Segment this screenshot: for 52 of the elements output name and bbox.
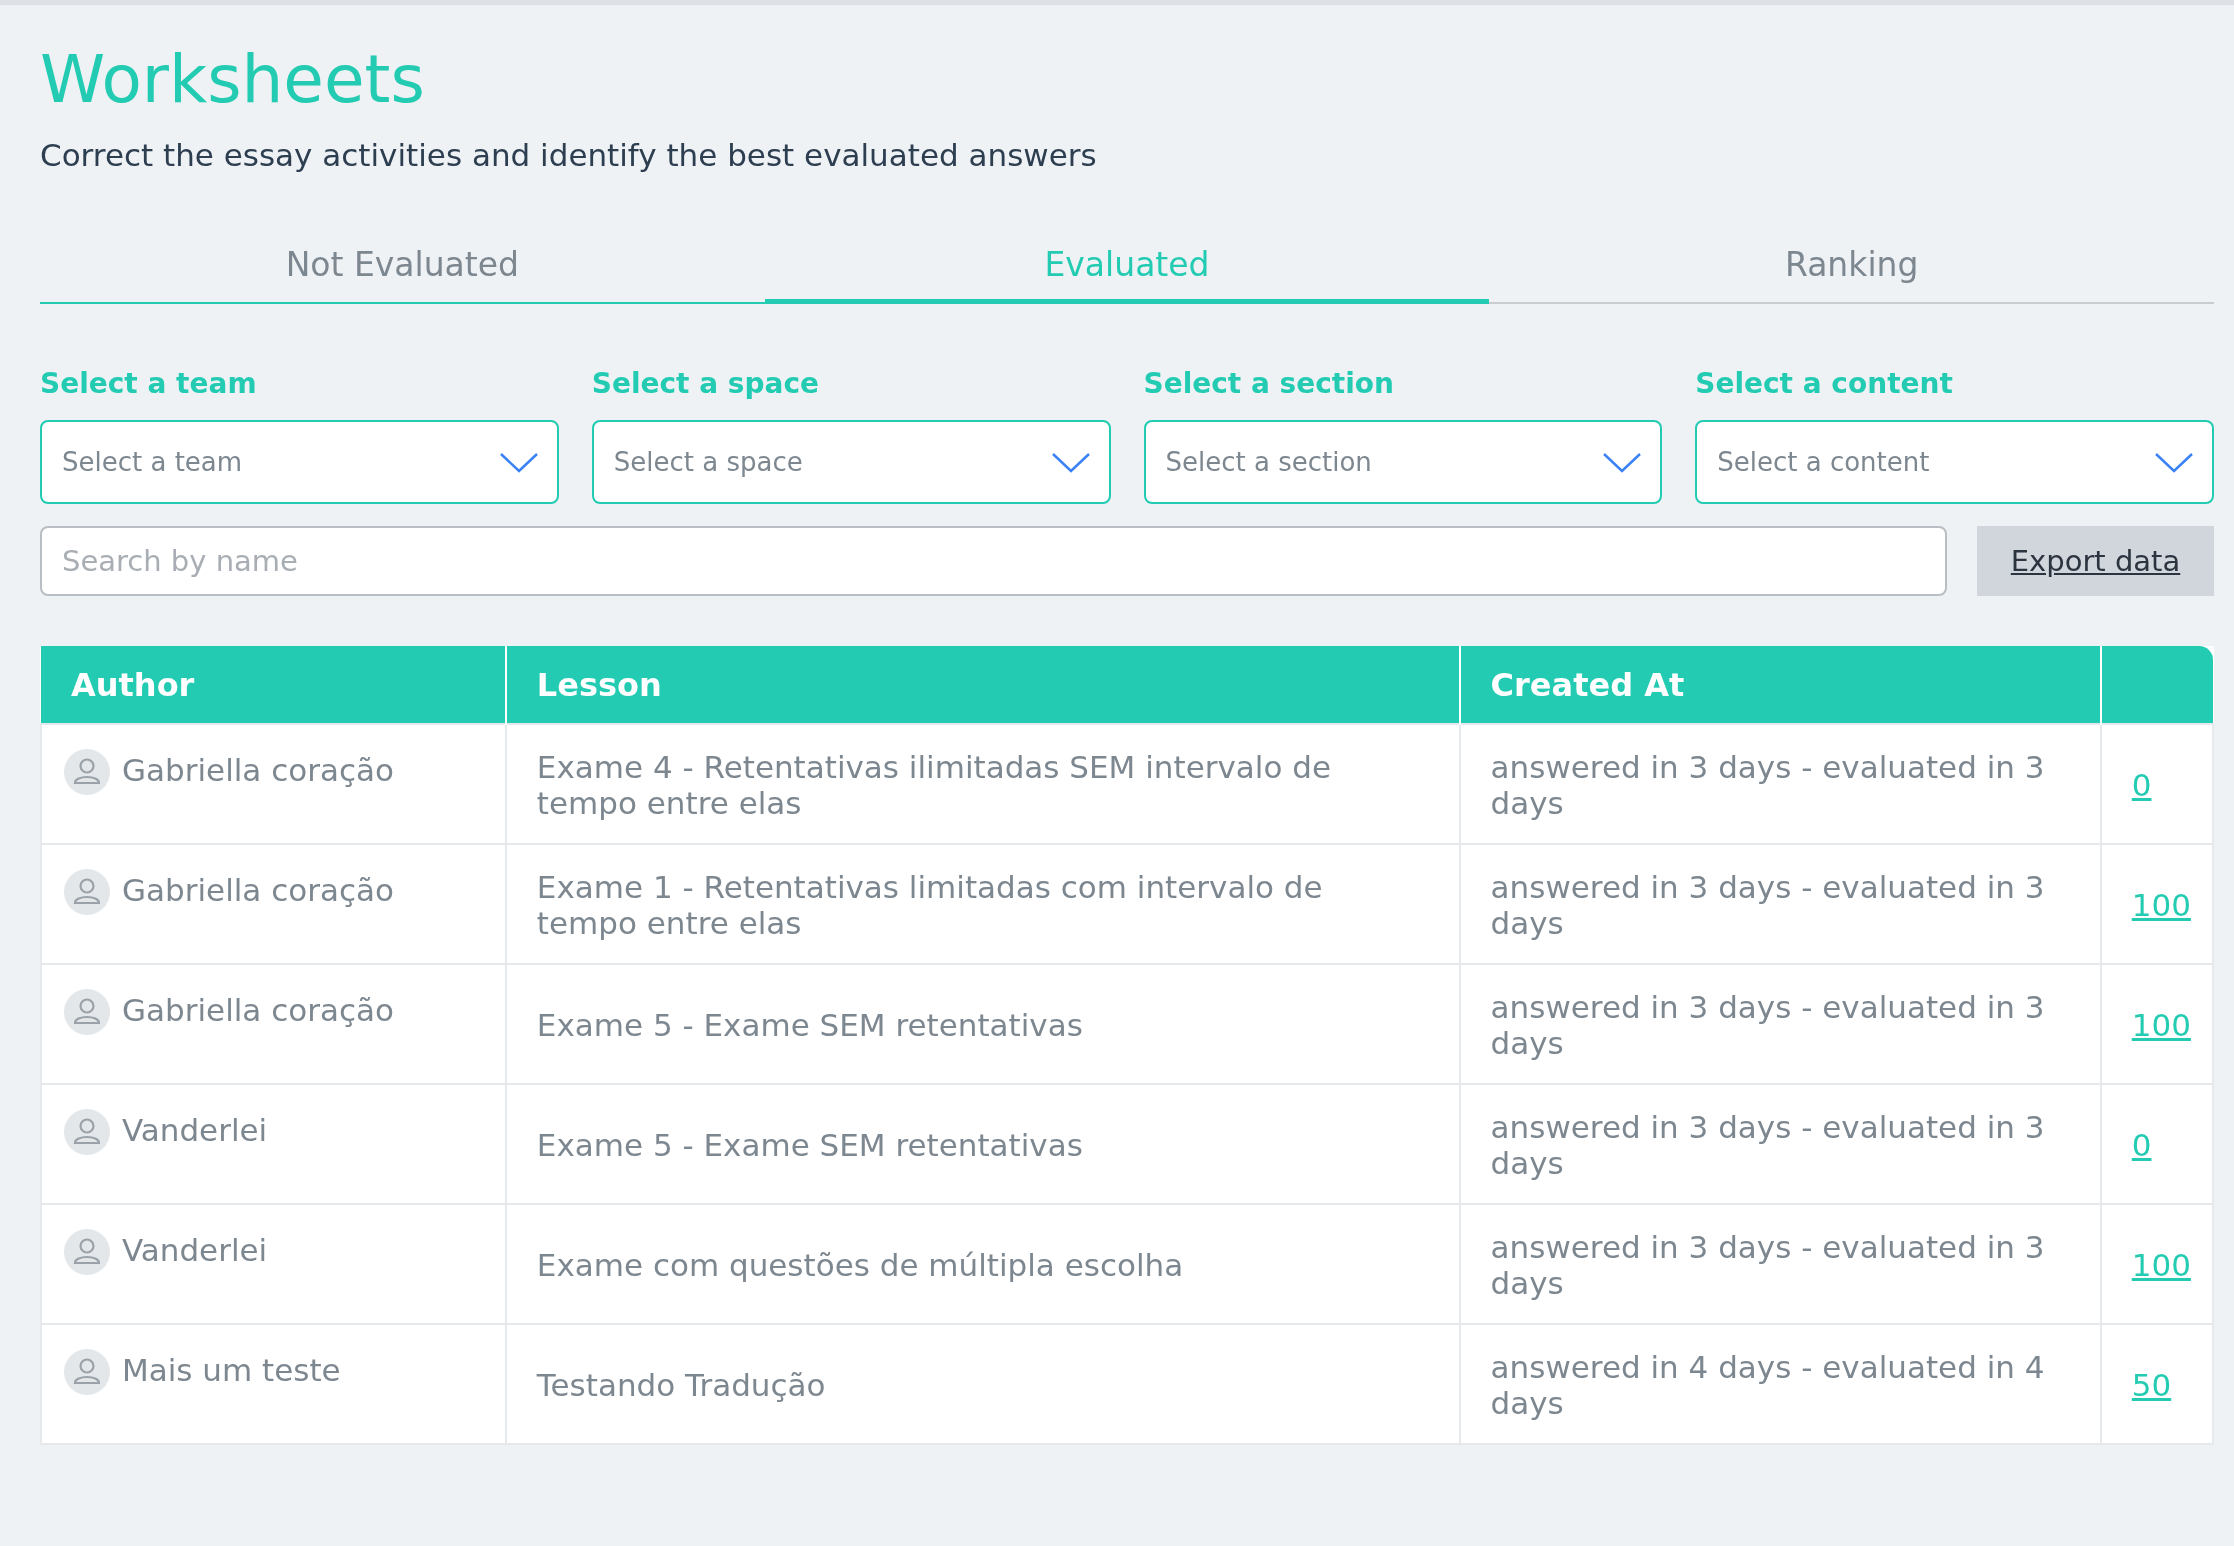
author-cell: Mais um teste [41,1324,506,1444]
created-at-cell: answered in 3 days - evaluated in 3 days [1459,964,2101,1084]
lesson-cell: Exame 5 - Exame SEM retentativas [505,1084,1460,1204]
tab[interactable]: Not Evaluated [40,231,765,304]
score-link[interactable]: 100 [2131,1007,2191,1043]
avatar-icon [64,1229,110,1275]
author-cell: Gabriella coração [41,964,506,1084]
column-header[interactable]: Created At [1459,646,2101,724]
lesson-cell: Exame com questões de múltipla escolha [505,1204,1460,1324]
lesson-cell: Exame 4 - Retentativas ilimitadas SEM intervalo de tempo entre elas [505,724,1460,844]
column-header[interactable]: Lesson [505,646,1460,724]
score-link[interactable]: 100 [2131,1247,2191,1283]
created-at-cell: answered in 3 days - evaluated in 3 days [1459,844,2101,964]
author-cell: Gabriella coração [41,724,506,844]
filter-label: Select a team [40,366,258,402]
avatar-icon [64,989,110,1035]
chevron-down-icon [1602,450,1643,474]
author-cell: Vanderlei [41,1084,506,1204]
author-cell: Vanderlei [41,1204,506,1324]
tab[interactable]: Ranking [1489,231,2214,304]
search-field[interactable]: Search by name [40,526,1947,596]
avatar-icon [64,749,110,795]
created-at-cell: answered in 3 days - evaluated in 3 days [1459,724,2101,844]
filter-label: Select a section [1143,366,1396,402]
lesson-cell: Testando Tradução [505,1324,1460,1444]
created-at-cell: answered in 4 days - evaluated in 4 days [1459,1324,2101,1444]
avatar-icon [64,1349,110,1395]
filter-label: Select a space [591,366,821,402]
column-header[interactable]: Author [41,646,506,724]
page-subtitle: Correct the essay activities and identify the best evaluated answers [40,137,1098,173]
author-cell: Gabriella coração [41,844,506,964]
select-field[interactable]: Select a content [1695,420,2214,504]
chevron-down-icon [1050,450,1091,474]
avatar-icon [64,869,110,915]
chevron-down-icon [498,450,539,474]
tab[interactable]: Evaluated [764,231,1490,304]
created-at-cell: answered in 3 days - evaluated in 3 days [1459,1204,2101,1324]
score-link[interactable]: 0 [2131,767,2152,803]
score-link[interactable]: 50 [2131,1367,2172,1403]
select-field[interactable]: Select a team [40,420,559,504]
chevron-down-icon [2154,450,2194,474]
filter-label: Select a content [1695,366,1954,402]
select-field[interactable]: Select a space [591,420,1111,504]
lesson-cell: Exame 5 - Exame SEM retentativas [505,964,1460,1084]
score-link[interactable]: 100 [2131,887,2191,923]
created-at-cell: answered in 3 days - evaluated in 3 days [1459,1084,2101,1204]
avatar-icon [64,1109,110,1155]
page-title: Worksheets [40,40,426,120]
lesson-cell: Exame 1 - Retentativas limitadas com intervalo de tempo entre elas [505,844,1460,964]
score-link[interactable]: 0 [2131,1127,2152,1163]
select-field[interactable]: Select a section [1143,420,1663,504]
export-data-button[interactable]: Export data [1977,526,2214,596]
